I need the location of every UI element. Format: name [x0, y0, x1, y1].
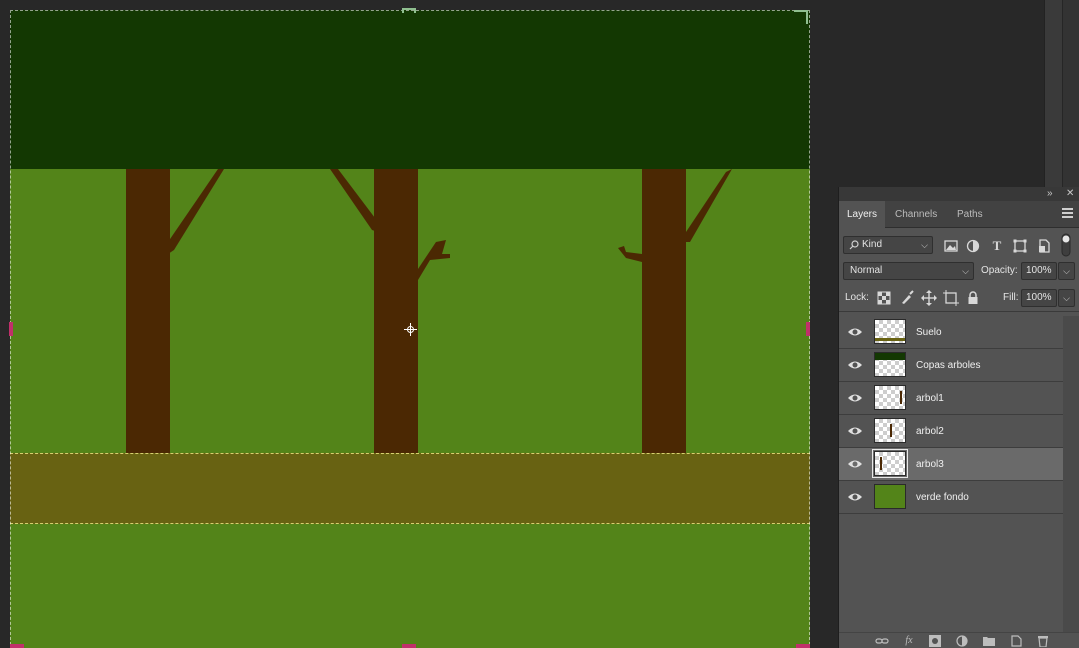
visibility-eye-icon[interactable] [847, 325, 863, 339]
tab-layers[interactable]: Layers [839, 201, 886, 228]
close-panel-icon[interactable]: ✕ [1066, 187, 1074, 201]
layer-thumbnail [874, 484, 906, 509]
layer-list-scrollbar[interactable] [1063, 316, 1079, 632]
panel-footer: fx [839, 632, 1079, 648]
filter-kind-label: Kind [862, 239, 883, 250]
layer-name[interactable]: verde fondo [916, 481, 969, 514]
layer-name[interactable]: arbol2 [916, 415, 944, 448]
filter-toggle-icon[interactable] [1061, 233, 1071, 257]
panel-menu-icon[interactable] [1062, 208, 1073, 218]
lock-transparent-pixels-icon[interactable] [876, 290, 892, 306]
smart-object-filter-icon[interactable] [1036, 238, 1052, 254]
tree-branches [168, 169, 732, 280]
layer-thumbnail [872, 449, 908, 478]
layer-row[interactable]: Copas arboles [839, 349, 1063, 382]
fx-icon[interactable]: fx [902, 635, 916, 647]
collapse-panel-icon[interactable]: » [1047, 187, 1053, 201]
panel-header-bar: » ✕ [839, 187, 1079, 201]
layer-name[interactable]: arbol1 [916, 382, 944, 415]
visibility-eye-icon[interactable] [847, 457, 863, 471]
type-filter-icon[interactable]: T [989, 238, 1005, 254]
lock-all-icon[interactable] [965, 290, 981, 306]
layer-row[interactable]: Suelo [839, 316, 1063, 349]
visibility-eye-icon[interactable] [847, 358, 863, 372]
photoshop-workspace: » ✕ Layers Channels Paths Kind ⌵ T Norma… [0, 0, 1079, 648]
lock-position-icon[interactable] [921, 290, 937, 306]
search-icon [849, 240, 859, 250]
layer-name[interactable]: arbol3 [916, 448, 944, 481]
lock-image-pixels-icon[interactable] [899, 290, 915, 306]
visibility-eye-icon[interactable] [847, 424, 863, 438]
blend-opacity-row: Normal ⌵ Opacity: 100% ⌵ [839, 258, 1079, 285]
opacity-input[interactable]: 100% [1021, 262, 1057, 280]
lock-fill-row: Lock: Fill: 100% ⌵ [839, 285, 1079, 312]
chevron-down-icon: ⌵ [1063, 266, 1070, 276]
layers-panel: » ✕ Layers Channels Paths Kind ⌵ T Norma… [838, 187, 1079, 648]
fill-label: Fill: [1003, 292, 1019, 303]
layer-thumbnail [874, 385, 906, 410]
visibility-eye-icon[interactable] [847, 490, 863, 504]
layer-row-selected[interactable]: arbol3 [839, 448, 1063, 481]
layer-name[interactable]: Copas arboles [916, 349, 980, 382]
layer-row[interactable]: verde fondo [839, 481, 1063, 514]
opacity-dropdown-button[interactable]: ⌵ [1058, 262, 1075, 280]
new-group-icon[interactable] [982, 635, 996, 647]
tab-paths[interactable]: Paths [949, 201, 991, 228]
adjustment-filter-icon[interactable] [965, 238, 981, 254]
chevron-down-icon: ⌵ [962, 266, 969, 276]
fill-value: 100% [1026, 292, 1052, 303]
lock-label: Lock: [845, 292, 869, 303]
new-adjustment-icon[interactable] [955, 635, 969, 647]
transform-handle-bottom-right[interactable] [796, 644, 810, 648]
layer-list: Suelo Copas arboles arbol1 arbol2 arbol3… [839, 316, 1063, 514]
transform-handle-left[interactable] [9, 322, 13, 336]
chevron-down-icon: ⌵ [1063, 293, 1070, 303]
layer-row[interactable]: arbol1 [839, 382, 1063, 415]
link-layers-icon[interactable] [875, 635, 889, 647]
fill-input[interactable]: 100% [1021, 289, 1057, 307]
lock-artboard-icon[interactable] [943, 290, 959, 306]
panel-tabs: Layers Channels Paths [839, 201, 1079, 228]
shape-filter-icon[interactable] [1012, 238, 1028, 254]
filter-row: Kind ⌵ T [839, 231, 1079, 258]
fill-dropdown-button[interactable]: ⌵ [1058, 289, 1075, 307]
side-toolbar-strip-inner [1062, 0, 1079, 187]
reference-point-icon[interactable] [404, 323, 417, 336]
transform-handle-bottom[interactable] [402, 644, 416, 648]
tab-channels[interactable]: Channels [887, 201, 945, 228]
transform-handle-right[interactable] [806, 322, 810, 336]
filter-kind-dropdown[interactable]: Kind ⌵ [843, 236, 933, 254]
image-filter-icon[interactable] [943, 238, 959, 254]
chevron-down-icon: ⌵ [921, 240, 928, 250]
transform-handle-bottom-left[interactable] [10, 644, 24, 648]
add-mask-icon[interactable] [928, 635, 942, 647]
opacity-value: 100% [1026, 265, 1052, 276]
delete-layer-icon[interactable] [1036, 635, 1050, 647]
new-layer-icon[interactable] [1009, 635, 1023, 647]
layer-row[interactable]: arbol2 [839, 415, 1063, 448]
layer-thumbnail [874, 319, 906, 344]
blend-mode-dropdown[interactable]: Normal ⌵ [843, 262, 974, 280]
layer-thumbnail [874, 352, 906, 377]
visibility-eye-icon[interactable] [847, 391, 863, 405]
blend-mode-value: Normal [850, 265, 883, 276]
layer-name[interactable]: Suelo [916, 316, 942, 349]
opacity-label: Opacity: [981, 265, 1018, 276]
layer-thumbnail [874, 418, 906, 443]
